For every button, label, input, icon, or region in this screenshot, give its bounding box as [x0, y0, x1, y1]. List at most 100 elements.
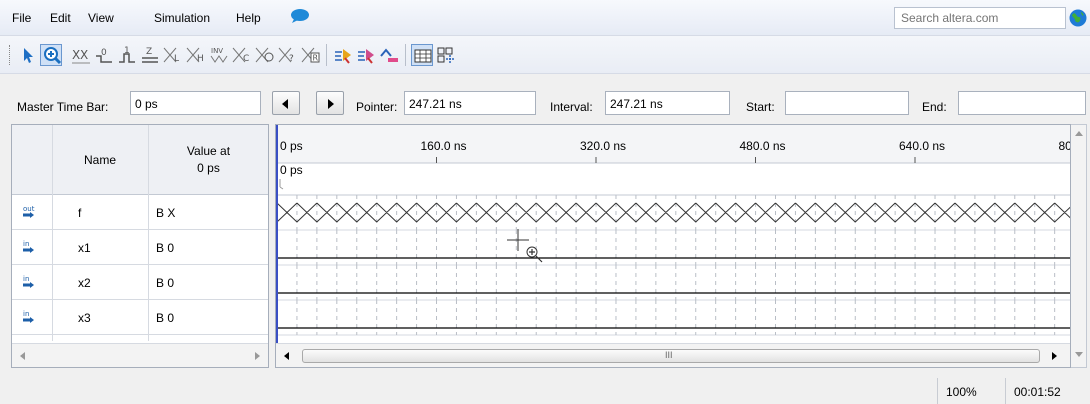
generate-netlist-icon[interactable] [378, 44, 400, 66]
time-ruler-label: 800.0 ns [1059, 139, 1071, 153]
master-time-bar-field[interactable]: 0 ps [130, 91, 261, 115]
selection-tool-icon[interactable] [17, 44, 39, 66]
invert-icon[interactable]: C [231, 44, 253, 66]
grid-settings-icon[interactable] [434, 44, 456, 66]
previous-transition-button[interactable] [272, 91, 300, 115]
svg-text:C: C [243, 54, 249, 64]
count-value-icon[interactable] [254, 44, 276, 66]
column-header-value[interactable]: Value at 0 ps [149, 125, 268, 195]
signal-row[interactable]: in x1 B 0 [12, 230, 268, 265]
svg-text:Z: Z [146, 47, 152, 57]
pointer-label: Pointer: [356, 100, 398, 114]
waveform-panel[interactable]: 0 ps 160.0 ns 320.0 ns 480.0 ns 640.0 ns 800.… [275, 124, 1071, 368]
svg-text:out: out [23, 205, 35, 213]
svg-text:?: ? [289, 54, 294, 64]
output-port-icon: out [22, 204, 42, 220]
time-ruler-label: 160.0 ns [421, 139, 467, 153]
signal-row[interactable]: in x2 B 0 [12, 265, 268, 300]
svg-text:H: H [197, 54, 204, 64]
input-port-icon: in [22, 239, 42, 255]
svg-text:X: X [80, 48, 88, 62]
time-bar: Master Time Bar: 0 ps Pointer: 247.21 ns… [0, 74, 1090, 124]
master-time-bar-label: Master Time Bar: [17, 100, 109, 114]
column-header-value-line2: 0 ps [197, 161, 220, 175]
input-port-icon: in [22, 274, 42, 290]
signal-value: B 0 [156, 311, 175, 325]
waveform-vscrollbar[interactable] [1071, 124, 1087, 368]
zoom-tool-icon[interactable] [40, 44, 62, 66]
waveform-canvas[interactable]: 0 ps 160.0 ns 320.0 ns 480.0 ns 640.0 ns 800.… [276, 125, 1070, 343]
column-header-name[interactable]: Name [52, 125, 148, 195]
signal-value: B 0 [156, 241, 175, 255]
run-functional-simulation-icon[interactable] [332, 44, 354, 66]
menu-edit[interactable]: Edit [50, 11, 71, 25]
snap-to-grid-icon[interactable] [411, 44, 433, 66]
signal-row[interactable]: in x3 B 0 [12, 300, 268, 335]
forcing-high-icon[interactable]: 1 [116, 44, 138, 66]
menu-view[interactable]: View [88, 11, 114, 25]
globe-icon[interactable] [1069, 9, 1087, 27]
time-ruler-label: 0 ps [280, 139, 303, 153]
signal-value: B 0 [156, 276, 175, 290]
forcing-unknown-icon[interactable]: XX [70, 44, 92, 66]
menu-bar: File Edit View Simulation Help [0, 0, 1090, 36]
time-ruler-label: 480.0 ns [740, 139, 786, 153]
scroll-right-arrow-icon[interactable] [255, 352, 260, 360]
scroll-down-arrow-icon[interactable] [1075, 352, 1083, 357]
menu-simulation[interactable]: Simulation [154, 11, 210, 25]
pointer-field[interactable]: 247.21 ns [404, 91, 536, 115]
toolbar-separator [405, 44, 406, 66]
start-field[interactable] [785, 91, 909, 115]
signal-name: x2 [78, 276, 91, 290]
end-field[interactable] [958, 91, 1086, 115]
svg-text:L: L [174, 54, 179, 64]
scroll-up-arrow-icon[interactable] [1075, 131, 1083, 136]
master-marker-label: 0 ps [280, 163, 303, 177]
run-timing-simulation-icon[interactable] [355, 44, 377, 66]
interval-label: Interval: [550, 100, 593, 114]
toolbar: XX 0 1 Z L H INV C ? R [0, 36, 1090, 74]
interval-field[interactable]: 247.21 ns [605, 91, 730, 115]
forcing-low-icon[interactable]: 0 [93, 44, 115, 66]
scroll-left-arrow-icon[interactable] [284, 352, 289, 360]
waveform-scroll-thumb[interactable]: III [302, 349, 1040, 363]
svg-text:in: in [23, 240, 29, 248]
svg-text:0: 0 [101, 48, 107, 58]
signal-table: Name Value at 0 ps out f B X in x1 B 0 in x2 B 0… [11, 124, 269, 368]
random-value-icon[interactable]: R [300, 44, 322, 66]
search-input[interactable] [894, 7, 1066, 29]
weak-high-icon[interactable]: H [185, 44, 207, 66]
svg-text:in: in [23, 275, 29, 283]
svg-text:in: in [23, 310, 29, 318]
next-transition-button[interactable] [316, 91, 344, 115]
weak-low-icon[interactable]: L [162, 44, 184, 66]
toolbar-separator [326, 44, 327, 66]
dont-care-icon[interactable]: INV [208, 44, 230, 66]
menu-file[interactable]: File [12, 11, 31, 25]
time-ruler [276, 125, 1070, 163]
time-ruler-label: 320.0 ns [580, 139, 626, 153]
zoom-level: 100% [937, 378, 1005, 404]
scroll-thumb-grip: III [665, 350, 673, 360]
waveform-hscrollbar[interactable]: III [276, 343, 1070, 367]
signal-row[interactable]: out f B X [12, 195, 268, 230]
end-label: End: [922, 100, 947, 114]
arbitrary-value-icon[interactable]: ? [277, 44, 299, 66]
signal-value: B X [156, 206, 176, 220]
input-port-icon: in [22, 309, 42, 325]
chat-bubble-icon[interactable] [290, 8, 310, 24]
signal-name: x3 [78, 311, 91, 325]
forcing-high-impedance-icon[interactable]: Z [139, 44, 161, 66]
column-header-value-line1: Value at [186, 144, 231, 158]
svg-text:X: X [72, 48, 80, 62]
signal-table-hscrollbar[interactable] [12, 343, 268, 367]
signal-f-waveform [276, 202, 1070, 223]
menu-help[interactable]: Help [236, 11, 261, 25]
elapsed-time: 00:01:52 [1005, 378, 1090, 404]
svg-text:INV: INV [211, 47, 223, 55]
toolbar-grip[interactable] [9, 45, 11, 65]
signal-table-header: Name Value at 0 ps [12, 125, 268, 195]
status-bar: 100% 00:01:52 [0, 378, 1090, 404]
scroll-left-arrow-icon[interactable] [20, 352, 25, 360]
scroll-right-arrow-icon[interactable] [1052, 352, 1057, 360]
